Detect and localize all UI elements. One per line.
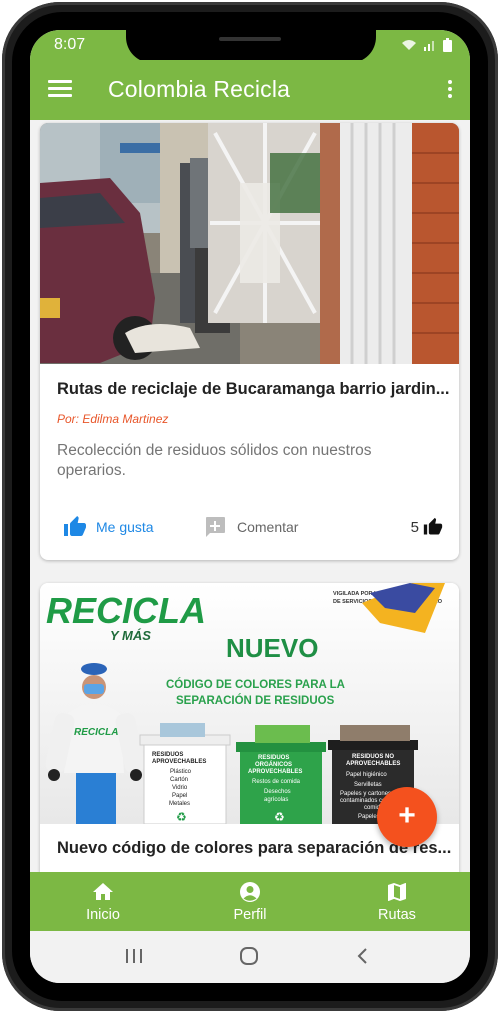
bin-white-item: Cartón <box>170 777 188 783</box>
bin-green-title-2: ORGÁNICOS <box>255 761 292 768</box>
map-icon <box>388 883 406 901</box>
nav-label-rutas: Rutas <box>378 907 416 923</box>
thumb-up-icon <box>423 517 443 535</box>
bin-white-item: Metales <box>169 801 190 807</box>
recent-apps-icon[interactable] <box>124 947 144 965</box>
comment-label: Comentar <box>237 519 299 535</box>
system-navigation-bar <box>30 931 470 983</box>
nav-item-inicio[interactable]: Inicio <box>30 872 176 931</box>
wifi-icon <box>402 40 416 50</box>
post-actions: Me gusta Comentar 5 <box>40 512 459 546</box>
bin-white-title-1: RESIDUOS <box>152 752 183 758</box>
poster-logo-text: RECICLA <box>46 590 206 631</box>
poster-subheadline-1: CÓDIGO DE COLORES PARA LA <box>166 678 345 691</box>
comment-button[interactable]: Comentar <box>203 512 298 542</box>
like-count: 5 <box>411 517 443 537</box>
post-author: Por: Edilma Martinez <box>57 412 169 426</box>
add-comment-icon <box>206 517 225 537</box>
bottom-navigation: Inicio Perfil Rutas <box>30 872 470 931</box>
nav-item-rutas[interactable]: Rutas <box>324 872 470 931</box>
nav-label-perfil: Perfil <box>233 907 267 923</box>
post-photo[interactable] <box>40 123 459 364</box>
bin-white-item: Plástico <box>170 769 192 775</box>
app-bar: Colombia Recicla <box>30 60 470 120</box>
bin-black-title-2: APROVECHABLES <box>346 761 400 767</box>
bin-white-item: Vidrio <box>172 785 188 791</box>
bin-green-item: Desechos <box>264 789 291 795</box>
like-label: Me gusta <box>96 519 154 535</box>
back-icon[interactable] <box>356 947 370 965</box>
battery-icon <box>443 38 452 52</box>
app-title: Colombia Recicla <box>108 76 291 102</box>
bin-white: RESIDUOS APROVECHABLES Plástico Cartón V… <box>139 723 231 824</box>
bin-green-title-3: APROVECHABLES <box>248 769 302 775</box>
street-photo-illustration <box>40 123 459 364</box>
like-button[interactable]: Me gusta <box>62 512 154 542</box>
status-time: 8:07 <box>54 36 86 53</box>
status-icons <box>401 37 452 53</box>
bin-black-item: Papel higiénico <box>346 772 387 778</box>
bin-black-title-1: RESIDUOS NO <box>352 754 394 760</box>
home-button-icon[interactable] <box>239 947 259 965</box>
account-icon <box>240 882 260 902</box>
hamburger-menu-icon[interactable] <box>48 80 72 100</box>
nav-item-perfil[interactable]: Perfil <box>177 872 323 931</box>
bin-black-item: Papeles y cartones <box>340 791 391 797</box>
add-post-fab[interactable]: + <box>377 787 437 847</box>
more-options-icon[interactable] <box>446 80 454 102</box>
bin-green-item: agrícolas <box>264 797 288 803</box>
poster-logo-sub: Y MÁS <box>110 628 151 643</box>
bin-white-item: Papel <box>172 793 187 799</box>
post-description: Recolección de residuos sólidos con nues… <box>57 442 372 479</box>
signal-icon <box>424 41 434 51</box>
bin-green-item: Restos de comida <box>252 779 301 785</box>
post-title[interactable]: Rutas de reciclaje de Bucaramanga barrio… <box>57 380 452 399</box>
nav-label-inicio: Inicio <box>86 907 120 923</box>
status-bar: 8:07 <box>30 30 470 63</box>
svg-text:♻: ♻ <box>176 810 187 824</box>
svg-text:♻: ♻ <box>274 810 285 824</box>
camera-notch <box>126 30 376 63</box>
plus-icon: + <box>398 799 416 832</box>
home-icon <box>93 883 113 900</box>
post-card[interactable]: Rutas de reciclaje de Bucaramanga barrio… <box>40 123 459 560</box>
bin-green-title-1: RESIDUOS <box>258 755 289 761</box>
svg-text:RECICLA: RECICLA <box>74 727 118 738</box>
bin-black-item: Servilletas <box>354 782 382 788</box>
post-feed[interactable]: Rutas de reciclaje de Bucaramanga barrio… <box>30 120 470 872</box>
poster-subheadline-2: SEPARACIÓN DE RESIDUOS <box>176 694 335 707</box>
like-count-value: 5 <box>410 518 419 536</box>
poster-headline: NUEVO <box>226 633 318 663</box>
app-screen: 8:07 Colombia Recicla Rutas de reciclaje… <box>30 30 470 983</box>
bin-white-title-2: APROVECHABLES <box>152 759 206 765</box>
speaker-grille <box>219 37 281 41</box>
thumb-up-icon <box>64 516 86 536</box>
